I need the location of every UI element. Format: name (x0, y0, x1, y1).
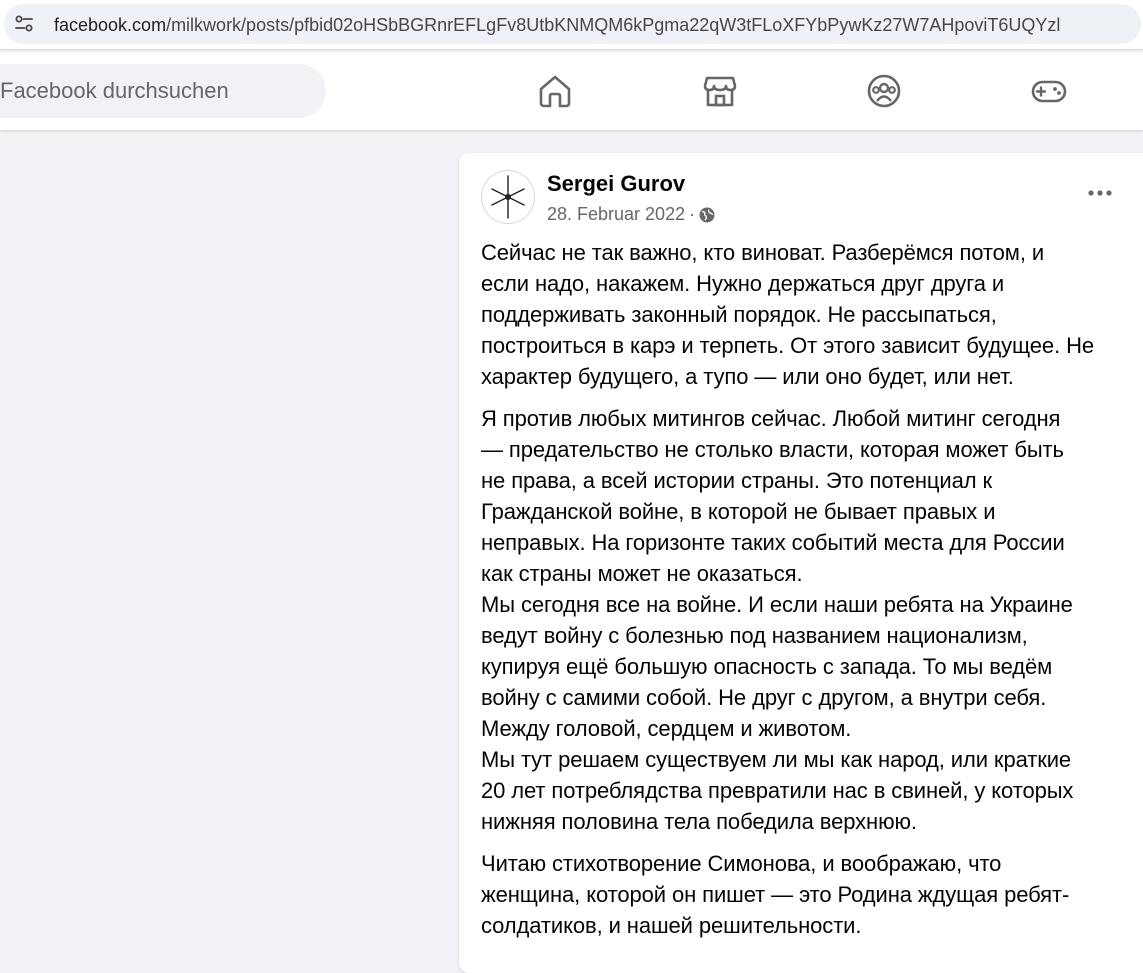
post-author[interactable]: Sergei Gurov (547, 171, 685, 197)
post-text-line: характер будущего, а тупо — или оно буде… (481, 364, 1014, 389)
post-text-line: Мы сегодня все на войне. И если наши реб… (481, 592, 1073, 617)
post-text-line: Мы тут решаем существуем ли мы как народ… (481, 747, 1072, 772)
post-text-line: 20 лет потреблядства превратили нас в св… (481, 778, 1074, 803)
post-text-line: купируя ещё большую опасность с запада. … (481, 654, 1053, 679)
url-path: /milkwork/posts/pfbid02oHSbBGRnrEFLgFv8U… (166, 15, 1061, 35)
post-text-line: не права, а всей истории страны. Это пот… (481, 468, 992, 493)
post-text-line: нижняя половина тела победила верхнюю. (481, 809, 917, 834)
search-input[interactable] (0, 64, 326, 118)
post-text-line: ведут войну с болезнью под названием нац… (481, 623, 1028, 648)
post-text: Сейчас не так важно, кто виноват. Разбер… (481, 237, 1126, 952)
post-text-line: Читаю стихотворение Симонова, и вообража… (481, 851, 1002, 876)
globe-icon (699, 207, 715, 223)
post-options-button[interactable] (1083, 179, 1117, 207)
nav-groups[interactable] (865, 72, 903, 110)
url-text[interactable]: facebook.com/milkwork/posts/pfbid02oHSbB… (54, 14, 1060, 36)
post-paragraph: Сейчас не так важно, кто виноват. Разбер… (481, 237, 1126, 392)
post-text-line: Между головой, сердцем и животом. (481, 716, 852, 741)
post-date[interactable]: 28. Februar 2022 (547, 204, 685, 225)
post-paragraph: Читаю стихотворение Симонова, и вообража… (481, 848, 1126, 941)
post-meta: 28. Februar 2022 · (547, 204, 715, 225)
url-domain: facebook.com (54, 15, 167, 35)
post-text-line: женщина, которой он пишет — это Родина ж… (481, 882, 1070, 907)
tune-icon[interactable] (14, 14, 34, 34)
meta-separator: · (689, 204, 696, 224)
gaming-icon (1030, 72, 1068, 110)
post-text-line: неправых. На горизонте таких событий мес… (481, 530, 1065, 555)
post-text-line: солдатиков, и нашей решительности. (481, 913, 862, 938)
post-card: Sergei Gurov 28. Februar 2022 · Сейчас н… (459, 153, 1143, 973)
post-text-line: войну с самими собой. Не друг с другом, … (481, 685, 1047, 710)
post-text-line: построиться в карэ и терпеть. От этого з… (481, 333, 1095, 358)
nav-home[interactable] (536, 72, 574, 110)
marketplace-icon (701, 72, 739, 110)
post-text-line: как страны может не оказаться. (481, 561, 803, 586)
groups-icon (865, 72, 903, 110)
post-text-line: — предательство не столько власти, котор… (481, 437, 1064, 462)
post-text-line: Сейчас не так важно, кто виноват. Разбер… (481, 240, 1045, 265)
post-text-line: Я против любых митингов сейчас. Любой ми… (481, 406, 1061, 431)
post-text-line: поддерживать законный порядок. Не рассып… (481, 302, 997, 327)
url-field[interactable]: facebook.com/milkwork/posts/pfbid02oHSbB… (4, 4, 1141, 44)
nav-gaming[interactable] (1030, 72, 1068, 110)
avatar[interactable] (481, 170, 535, 224)
post-text-line: Гражданской войне, в которой не бывает п… (481, 499, 996, 524)
more-dots-icon (1083, 179, 1117, 207)
facebook-top-bar (0, 52, 1143, 130)
post-text-line: если надо, накажем. Нужно держаться друг… (481, 271, 1005, 296)
home-icon (536, 72, 574, 110)
post-paragraph: Я против любых митингов сейчас. Любой ми… (481, 403, 1126, 837)
browser-address-bar: facebook.com/milkwork/posts/pfbid02oHSbB… (0, 0, 1143, 50)
nav-marketplace[interactable] (701, 72, 739, 110)
